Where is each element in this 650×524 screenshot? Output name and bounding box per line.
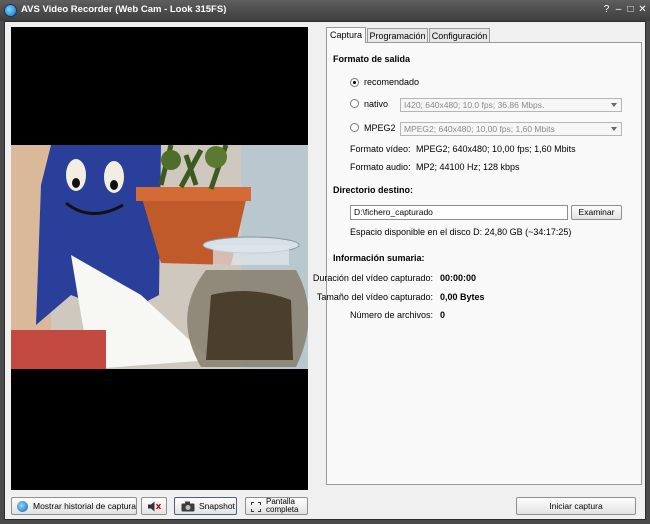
video-format-value: MPEG2; 640x480; 10,00 fps; 1,60 Mbits bbox=[416, 144, 576, 154]
chevron-down-icon bbox=[611, 103, 617, 107]
fullscreen-label-line2: completa bbox=[266, 505, 299, 514]
disk-space-text: Espacio disponible en el disco D: 24,80 … bbox=[350, 227, 572, 237]
browse-button[interactable]: Examinar bbox=[571, 205, 622, 220]
summary-duration-value: 00:00:00 bbox=[440, 273, 477, 283]
app-logo-icon bbox=[4, 4, 17, 17]
radio-recomendado[interactable] bbox=[350, 78, 359, 87]
camera-icon bbox=[181, 501, 195, 512]
audio-format-label: Formato audio: bbox=[350, 162, 411, 172]
radio-mpeg2-label: MPEG2 bbox=[364, 123, 396, 133]
maximize-button[interactable]: □ bbox=[625, 3, 636, 16]
title-bar[interactable]: AVS Video Recorder (Web Cam - Look 315FS… bbox=[0, 0, 650, 21]
show-history-label: Mostrar historial de captura bbox=[33, 501, 136, 511]
app-window: AVS Video Recorder (Web Cam - Look 315FS… bbox=[0, 0, 650, 524]
snapshot-button[interactable]: Snapshot bbox=[174, 497, 237, 515]
audio-format-value: MP2; 44100 Hz; 128 kbps bbox=[416, 162, 520, 172]
video-preview bbox=[11, 27, 308, 490]
minimize-button[interactable]: – bbox=[613, 3, 624, 16]
webcam-scene-illustration bbox=[11, 145, 308, 369]
chevron-down-icon bbox=[611, 127, 617, 131]
output-format-heading: Formato de salida bbox=[333, 54, 411, 64]
tab-configuracion[interactable]: Configuración bbox=[429, 28, 490, 43]
window-title: AVS Video Recorder (Web Cam - Look 315FS… bbox=[21, 4, 227, 15]
webcam-image bbox=[11, 145, 308, 369]
fullscreen-button[interactable]: Pantalla completa bbox=[245, 497, 308, 515]
radio-recomendado-label: recomendado bbox=[364, 77, 420, 87]
capture-panel: Formato de salida recomendado nativo I42… bbox=[313, 42, 642, 485]
close-button[interactable]: ✕ bbox=[637, 3, 648, 16]
fullscreen-icon bbox=[251, 502, 261, 512]
mute-button[interactable] bbox=[141, 497, 167, 515]
mpeg2-format-value: MPEG2; 640x480; 10,00 fps; 1,60 Mbits bbox=[404, 124, 555, 134]
summary-heading: Información sumaria: bbox=[333, 253, 425, 263]
start-capture-button[interactable]: Iniciar captura bbox=[516, 497, 636, 515]
summary-files-label: Número de archivos: bbox=[349, 310, 433, 320]
help-button[interactable]: ? bbox=[601, 3, 612, 16]
snapshot-label: Snapshot bbox=[199, 501, 235, 511]
radio-mpeg2[interactable] bbox=[350, 123, 359, 132]
tab-captura[interactable]: Captura bbox=[326, 27, 366, 43]
nativo-format-value: I420; 640x480; 10.0 fps; 36.86 Mbps. bbox=[404, 100, 545, 110]
mute-icon bbox=[148, 501, 162, 512]
tab-programacion[interactable]: Programación bbox=[367, 28, 428, 43]
mpeg2-format-select[interactable]: MPEG2; 640x480; 10,00 fps; 1,60 Mbits bbox=[400, 122, 622, 136]
summary-size-label: Tamaño del vídeo capturado: bbox=[316, 292, 433, 302]
destination-heading: Directorio destino: bbox=[333, 185, 414, 195]
summary-files-value: 0 bbox=[440, 310, 446, 320]
summary-size-value: 0,00 Bytes bbox=[440, 292, 485, 302]
history-icon bbox=[17, 501, 28, 512]
summary-duration-label: Duración del vídeo capturado: bbox=[312, 273, 433, 283]
show-history-button[interactable]: Mostrar historial de captura bbox=[11, 497, 137, 515]
nativo-format-select[interactable]: I420; 640x480; 10.0 fps; 36.86 Mbps. bbox=[400, 98, 622, 112]
radio-nativo-label: nativo bbox=[364, 99, 389, 109]
video-format-label: Formato vídeo: bbox=[350, 144, 411, 154]
radio-nativo[interactable] bbox=[350, 99, 359, 108]
destination-path-input[interactable]: D:\fichero_capturado bbox=[350, 205, 568, 220]
main-area: Captura Programación Configuración Forma… bbox=[4, 21, 646, 520]
